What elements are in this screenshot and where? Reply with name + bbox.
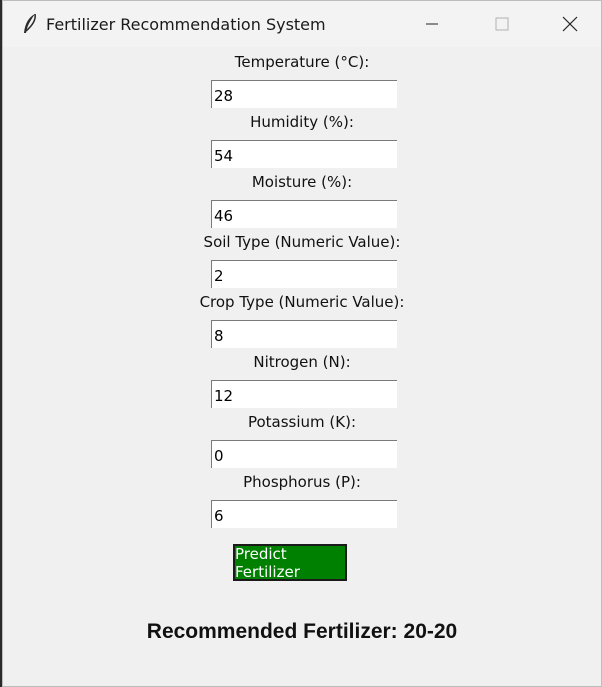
humidity-input[interactable]: [211, 140, 397, 168]
maximize-button[interactable]: [467, 1, 537, 47]
humidity-label: Humidity (%):: [250, 113, 354, 131]
potassium-input[interactable]: [211, 440, 397, 468]
minimize-button[interactable]: [397, 1, 467, 47]
temperature-label: Temperature (°C):: [234, 53, 370, 71]
feather-icon: [24, 13, 36, 33]
title-bar[interactable]: Fertilizer Recommendation System: [3, 1, 601, 47]
soil-type-label: Soil Type (Numeric Value):: [203, 233, 401, 251]
temperature-input[interactable]: [211, 80, 397, 108]
nitrogen-label: Nitrogen (N):: [253, 353, 351, 371]
moisture-input[interactable]: [211, 200, 397, 228]
nitrogen-input[interactable]: [211, 380, 397, 408]
app-window: Fertilizer Recommendation System Tempera…: [2, 0, 602, 687]
maximize-icon: [495, 17, 509, 31]
crop-type-label: Crop Type (Numeric Value):: [199, 293, 405, 311]
crop-type-input[interactable]: [211, 320, 397, 348]
phosphorus-input[interactable]: [211, 500, 397, 528]
close-button[interactable]: [535, 1, 602, 47]
phosphorus-label: Phosphorus (P):: [243, 473, 361, 491]
close-icon: [562, 16, 578, 32]
predict-fertilizer-button[interactable]: Predict Fertilizer: [233, 544, 347, 581]
window-title: Fertilizer Recommendation System: [46, 15, 326, 34]
potassium-label: Potassium (K):: [247, 413, 357, 431]
moisture-label: Moisture (%):: [251, 173, 353, 191]
recommendation-result: Recommended Fertilizer: 20-20: [146, 620, 458, 643]
soil-type-input[interactable]: [211, 260, 397, 288]
minimize-icon: [426, 23, 438, 25]
